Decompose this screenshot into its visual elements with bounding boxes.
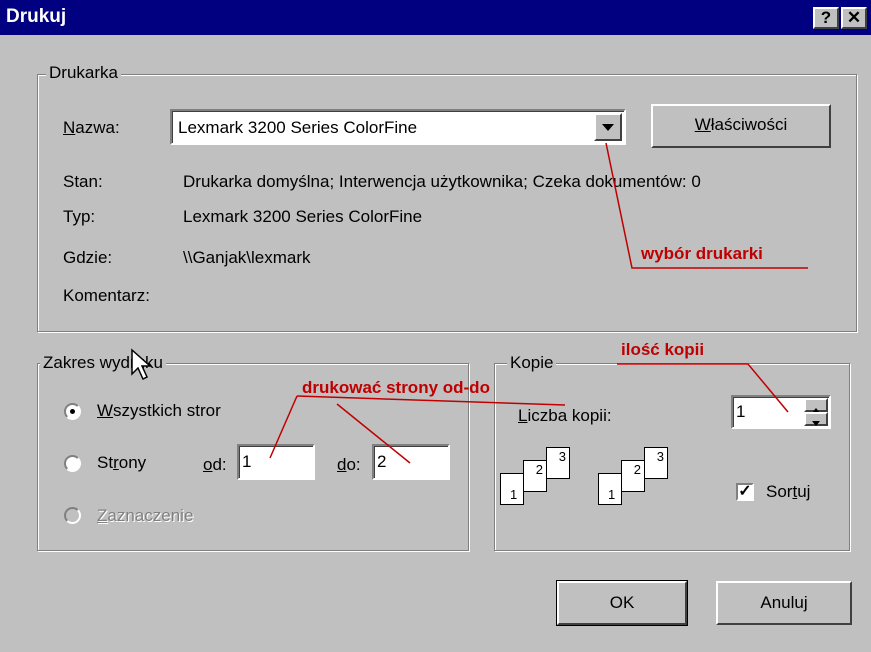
annotation-copies-count: ilość kopii: [621, 340, 705, 359]
annotation-printer-choice: wybór drukarki: [641, 244, 763, 263]
annotation-page-range: drukować strony od-do: [302, 378, 490, 397]
annotation-lines: [269, 142, 808, 464]
